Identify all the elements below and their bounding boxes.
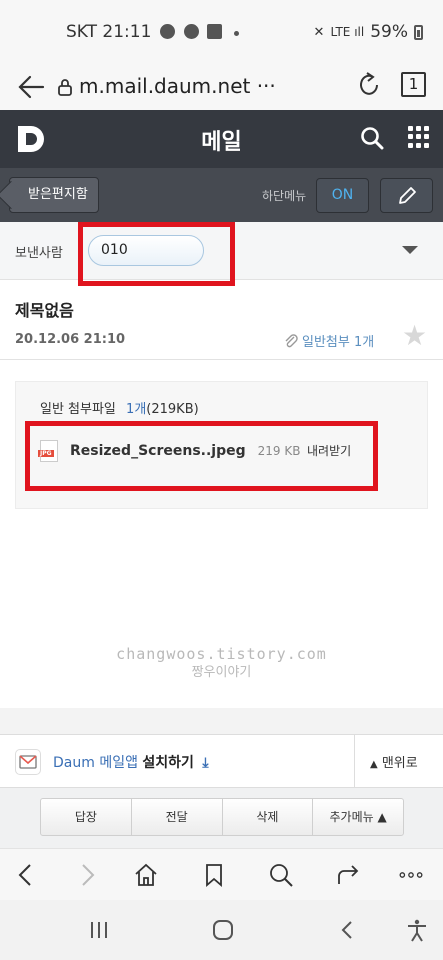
battery-icon <box>414 24 423 40</box>
image-notification-icon <box>207 24 222 39</box>
chat-notification-icon <box>184 24 199 39</box>
compose-button[interactable] <box>380 178 433 213</box>
share-icon[interactable] <box>335 862 361 888</box>
home-button-icon[interactable] <box>211 918 235 942</box>
attachment-header: 일반 첨부파일 1개(219KB) <box>40 398 199 417</box>
search-icon[interactable] <box>359 125 385 151</box>
content-bottom-strip <box>0 708 443 734</box>
back-arrow-icon[interactable] <box>16 72 46 102</box>
download-arrow-icon: ⤓ <box>202 755 209 771</box>
talk-notification-icon <box>160 24 175 39</box>
bottom-menu-toggle[interactable]: ON <box>316 178 369 213</box>
daum-header: 메일 <box>0 110 443 168</box>
highlight-box-attachment <box>25 421 378 491</box>
reply-button[interactable]: 답장 <box>41 799 132 835</box>
mail-action-bar: 답장 전달 삭제 추가메뉴 ▲ <box>0 788 443 848</box>
divider <box>354 735 355 787</box>
install-label: 설치하기 <box>142 755 194 771</box>
pencil-icon <box>399 187 416 204</box>
tab-count-button[interactable]: 1 <box>401 72 426 97</box>
status-right: ✕ LTE ıll 59% <box>314 22 423 42</box>
attachment-count: 1개 <box>126 402 147 417</box>
home-icon[interactable] <box>133 862 159 888</box>
browser-back-icon[interactable] <box>13 862 39 888</box>
inbox-back-button[interactable]: 받은편지함 <box>9 177 99 213</box>
attachment-summary-link[interactable]: 일반첨부 1개 <box>284 331 374 350</box>
app-brand: Daum 메일앱 <box>53 755 138 771</box>
paperclip-icon <box>285 333 298 347</box>
up-arrow-icon: ▲ <box>370 759 378 770</box>
to-top-label: 맨위로 <box>381 756 418 771</box>
system-nav-bar <box>0 900 443 960</box>
bottom-menu-label: 하단메뉴 <box>262 189 307 203</box>
browser-nav-bar <box>0 848 443 900</box>
app-install-banner: Daum 메일앱 설치하기 ⤓ ▲ 맨위로 <box>0 734 443 788</box>
more-menu-button[interactable]: 추가메뉴 ▲ <box>313 799 403 835</box>
attachment-header-label: 일반 첨부파일 <box>40 402 116 417</box>
more-notifications-icon <box>234 31 239 36</box>
daum-mail-app-icon <box>15 749 41 775</box>
watermark-name: 짱우이야기 <box>191 665 252 680</box>
battery-percent: 59% <box>370 22 408 42</box>
accessibility-icon[interactable] <box>405 918 429 942</box>
browser-url-bar: m.mail.daum.net ··· 1 <box>0 66 443 110</box>
bookmark-icon[interactable] <box>201 862 227 888</box>
reload-icon[interactable] <box>355 71 383 99</box>
system-back-icon[interactable] <box>336 918 360 942</box>
mail-toolbar: 받은편지함 하단메뉴 ON <box>0 168 443 222</box>
more-options-icon[interactable] <box>398 862 424 888</box>
mute-icon: ✕ <box>313 24 325 40</box>
highlight-box-sender <box>78 222 235 286</box>
divider <box>0 359 443 360</box>
browser-forward-icon[interactable] <box>74 862 100 888</box>
delete-button[interactable]: 삭제 <box>223 799 314 835</box>
lock-icon <box>58 79 72 96</box>
status-time: SKT 21:11 <box>66 22 152 42</box>
star-icon[interactable]: ★ <box>402 322 427 350</box>
mail-date: 20.12.06 21:10 <box>15 332 126 347</box>
install-app-link[interactable]: Daum 메일앱 설치하기 ⤓ <box>53 752 209 772</box>
mail-action-group: 답장 전달 삭제 추가메뉴 ▲ <box>40 798 404 836</box>
find-icon[interactable] <box>268 862 294 888</box>
mail-subject: 제목없음 <box>15 301 74 320</box>
attachment-summary-text: 일반첨부 1개 <box>302 335 375 350</box>
apps-grid-icon[interactable] <box>408 126 430 148</box>
url-text[interactable]: m.mail.daum.net ··· <box>79 74 276 98</box>
status-bar: SKT 21:11 ✕ LTE ıll 59% <box>0 0 443 66</box>
sender-label: 보낸사람 <box>15 246 63 261</box>
attachment-total-size: (219KB) <box>146 402 199 417</box>
scroll-to-top-button[interactable]: ▲ 맨위로 <box>370 752 418 771</box>
signal-icon: LTE ıll <box>330 25 365 39</box>
recent-apps-icon[interactable] <box>87 918 111 942</box>
forward-button[interactable]: 전달 <box>132 799 223 835</box>
expand-caret-icon[interactable] <box>402 246 418 254</box>
